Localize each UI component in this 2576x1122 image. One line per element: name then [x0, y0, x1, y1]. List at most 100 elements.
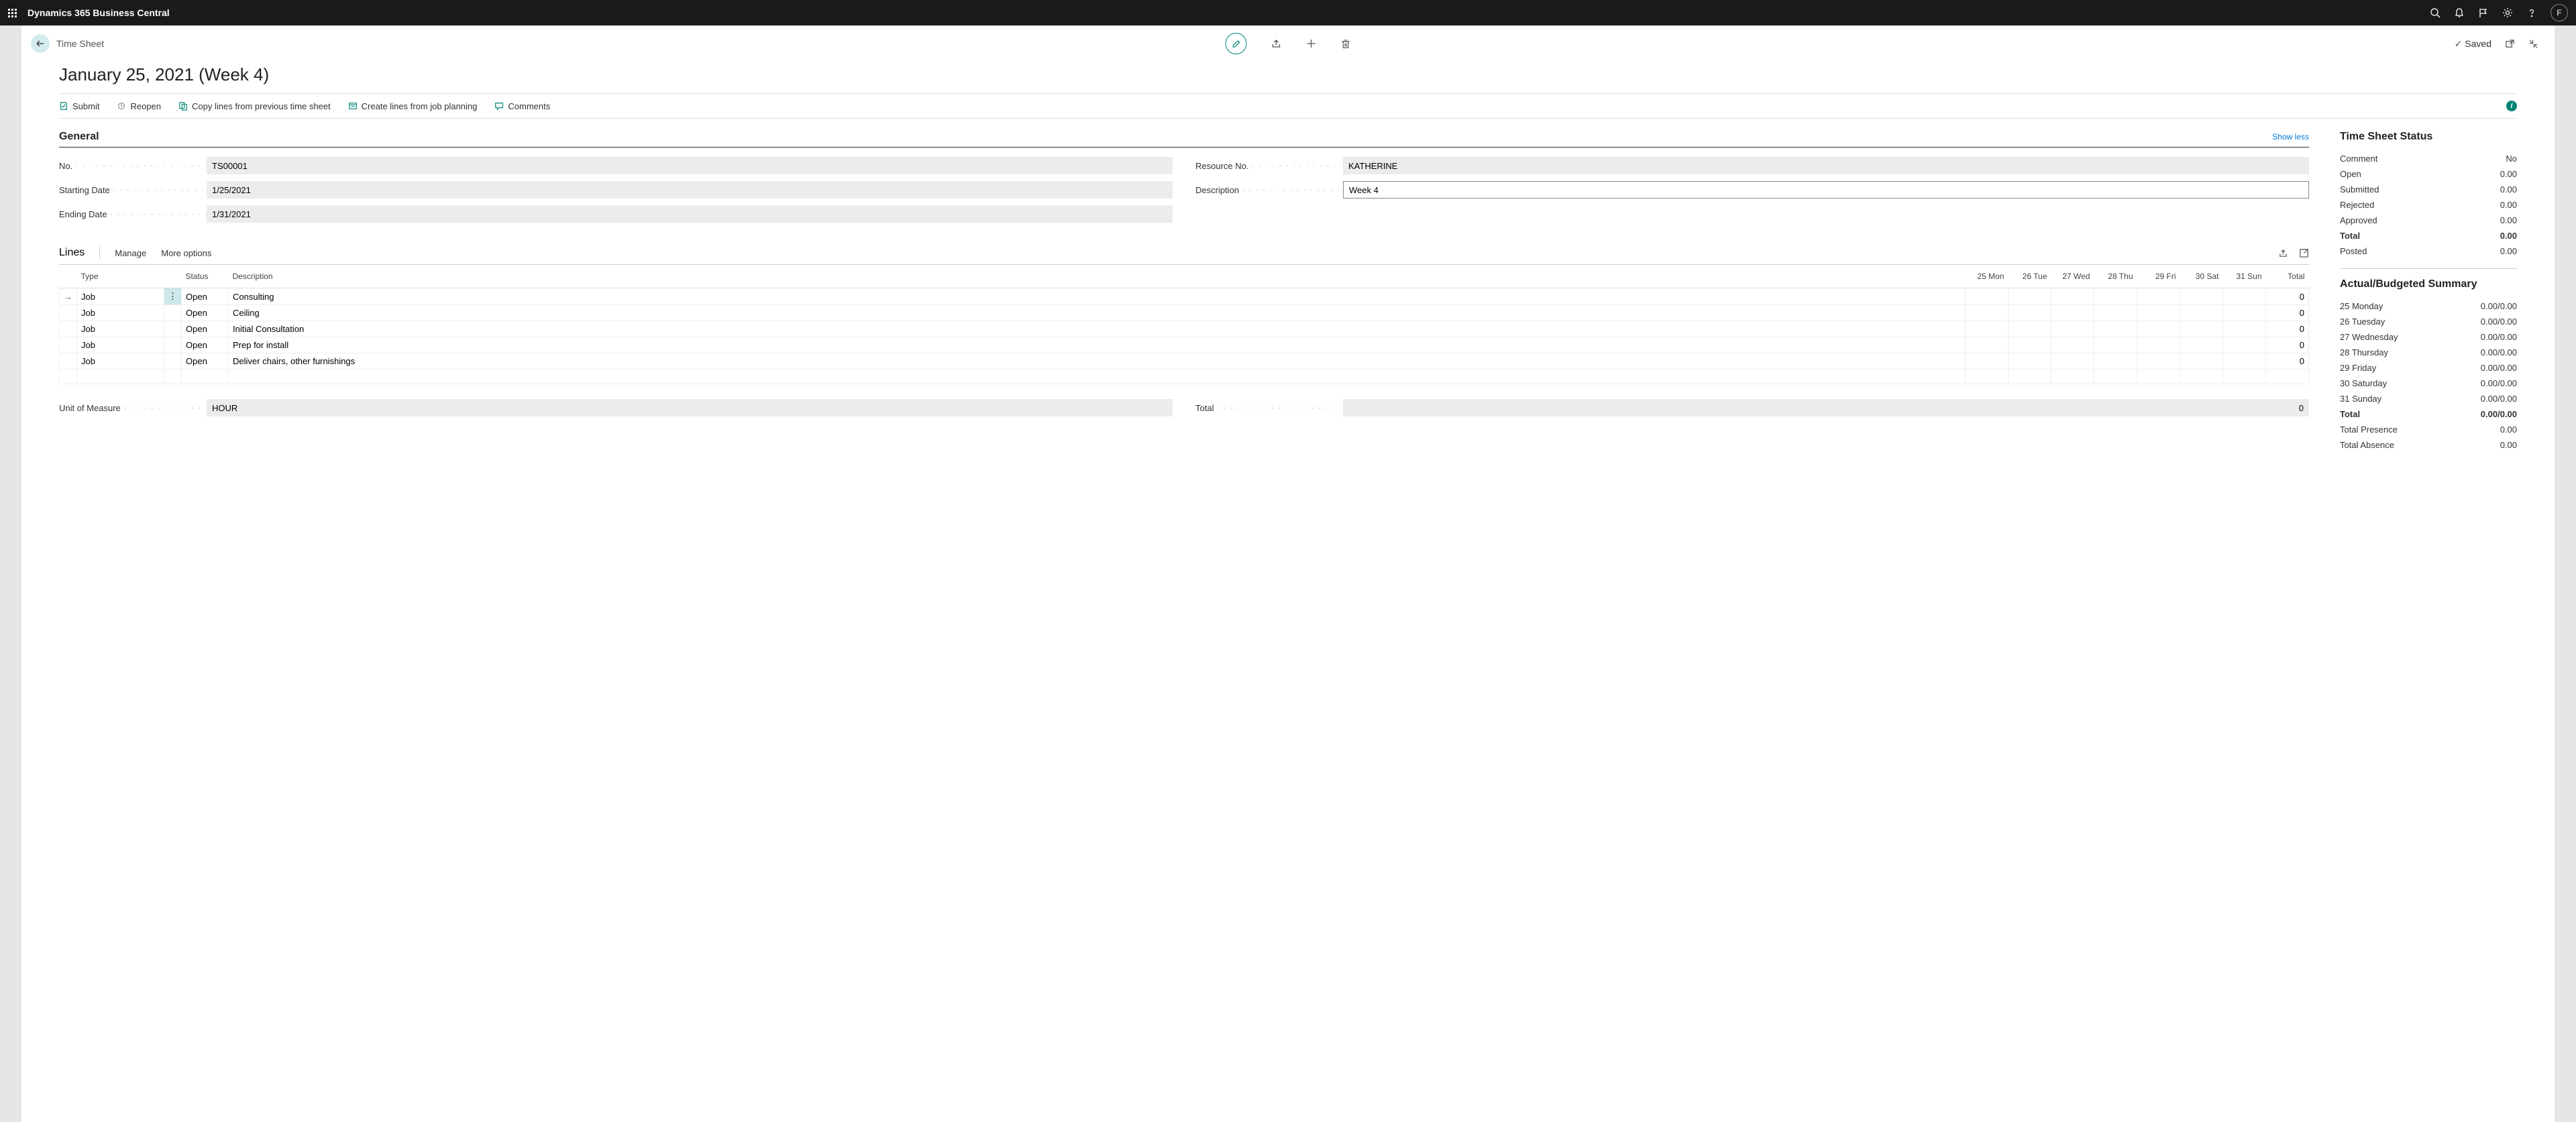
collapse-icon[interactable] [2528, 39, 2538, 49]
status-row: Posted0.00 [2340, 243, 2517, 259]
reopen-icon [117, 101, 126, 111]
total-field [1343, 399, 2309, 416]
col-description[interactable]: Description [229, 265, 1966, 288]
description-field[interactable] [1343, 181, 2309, 199]
col-total[interactable]: Total [2266, 265, 2309, 288]
show-less-link[interactable]: Show less [2272, 132, 2309, 142]
starting-date-field [207, 181, 1173, 199]
starting-date-label: Starting Date [59, 185, 207, 195]
action-bar: Submit Reopen Copy lines from previous t… [59, 93, 2517, 119]
table-row[interactable]: →Job⋮OpenConsulting0 [60, 288, 2309, 305]
row-menu-icon[interactable] [164, 305, 182, 321]
create-label: Create lines from job planning [362, 101, 478, 111]
lines-table: Type Status Description 25 Mon 26 Tue 27… [59, 265, 2309, 384]
brand-label: Dynamics 365 Business Central [28, 7, 170, 18]
breadcrumb: Time Sheet [56, 38, 104, 49]
row-menu-icon[interactable] [164, 337, 182, 353]
comments-icon [494, 101, 504, 111]
more-options-action[interactable]: More options [161, 248, 211, 258]
col-type[interactable]: Type [77, 265, 164, 288]
col-d7[interactable]: 31 Sun [2223, 265, 2266, 288]
ending-date-label: Ending Date [59, 209, 207, 219]
info-badge-icon[interactable]: i [2506, 101, 2517, 111]
flag-icon[interactable] [2478, 7, 2489, 18]
status-row: CommentNo [2340, 151, 2517, 166]
gear-icon[interactable] [2502, 7, 2513, 18]
share-icon[interactable] [1271, 38, 1282, 49]
bell-icon[interactable] [2454, 7, 2465, 18]
lines-expand-icon[interactable] [2299, 248, 2309, 258]
summary-box-title: Actual/Budgeted Summary [2340, 278, 2517, 290]
page-title: January 25, 2021 (Week 4) [21, 62, 2555, 93]
status-row: Approved0.00 [2340, 213, 2517, 228]
col-d3[interactable]: 27 Wed [2051, 265, 2094, 288]
lines-share-icon[interactable] [2278, 248, 2288, 258]
table-row[interactable]: JobOpenCeiling0 [60, 305, 2309, 321]
no-label: No. [59, 161, 207, 171]
comments-action[interactable]: Comments [494, 101, 550, 111]
description-label: Description [1195, 185, 1343, 195]
col-d1[interactable]: 25 Mon [1966, 265, 2008, 288]
summary-row: 28 Thursday0.00/0.00 [2340, 345, 2517, 360]
col-d2[interactable]: 26 Tue [2008, 265, 2051, 288]
table-row[interactable]: JobOpenPrep for install0 [60, 337, 2309, 353]
edit-button[interactable] [1226, 33, 1247, 54]
col-status[interactable]: Status [182, 265, 229, 288]
status-box-title: Time Sheet Status [2340, 131, 2517, 143]
delete-icon[interactable] [1341, 39, 1351, 49]
no-field [207, 157, 1173, 174]
resource-label: Resource No. [1195, 161, 1343, 171]
reopen-label: Reopen [130, 101, 161, 111]
global-header: Dynamics 365 Business Central F [0, 0, 2576, 25]
uom-label: Unit of Measure [59, 403, 207, 413]
create-lines-action[interactable]: Create lines from job planning [348, 101, 478, 111]
status-row: Submitted0.00 [2340, 182, 2517, 197]
summary-row: 29 Friday0.00/0.00 [2340, 360, 2517, 376]
ending-date-field [207, 205, 1173, 223]
manage-action[interactable]: Manage [115, 248, 146, 258]
lines-heading: Lines [59, 247, 100, 259]
summary-row: 26 Tuesday0.00/0.00 [2340, 314, 2517, 329]
copy-label: Copy lines from previous time sheet [192, 101, 331, 111]
row-menu-icon[interactable] [164, 353, 182, 370]
summary-row: 25 Monday0.00/0.00 [2340, 298, 2517, 314]
summary-row: Total Absence0.00 [2340, 437, 2517, 453]
status-row: Total0.00 [2340, 228, 2517, 243]
summary-row: Total Presence0.00 [2340, 422, 2517, 437]
help-icon[interactable] [2526, 7, 2537, 18]
uom-field [207, 399, 1173, 416]
summary-row: Total0.00/0.00 [2340, 406, 2517, 422]
status-row: Open0.00 [2340, 166, 2517, 182]
general-heading: General [59, 131, 99, 143]
popout-icon[interactable] [2505, 39, 2515, 49]
create-icon [348, 101, 358, 111]
table-row[interactable]: JobOpenDeliver chairs, other furnishings… [60, 353, 2309, 370]
table-row[interactable]: JobOpenInitial Consultation0 [60, 321, 2309, 337]
submit-icon [59, 101, 68, 111]
user-avatar[interactable]: F [2551, 4, 2568, 21]
copy-lines-action[interactable]: Copy lines from previous time sheet [178, 101, 331, 111]
copy-icon [178, 101, 188, 111]
summary-row: 27 Wednesday0.00/0.00 [2340, 329, 2517, 345]
app-launcher-icon[interactable] [8, 9, 17, 17]
row-menu-icon[interactable] [164, 321, 182, 337]
saved-indicator: Saved [2455, 38, 2491, 50]
search-icon[interactable] [2430, 7, 2440, 18]
summary-row: 30 Saturday0.00/0.00 [2340, 376, 2517, 391]
col-d4[interactable]: 28 Thu [2094, 265, 2137, 288]
back-button[interactable] [31, 34, 50, 53]
submit-action[interactable]: Submit [59, 101, 99, 111]
col-d5[interactable]: 29 Fri [2137, 265, 2180, 288]
status-row: Rejected0.00 [2340, 197, 2517, 213]
col-d6[interactable]: 30 Sat [2180, 265, 2223, 288]
page-card: Time Sheet Saved January 25, 2021 (Week … [21, 25, 2555, 1122]
total-label: Total [1195, 403, 1343, 413]
general-header: General Show less [59, 131, 2309, 148]
comments-label: Comments [508, 101, 550, 111]
submit-label: Submit [72, 101, 99, 111]
resource-field [1343, 157, 2309, 174]
summary-row: 31 Sunday0.00/0.00 [2340, 391, 2517, 406]
row-menu-icon[interactable]: ⋮ [164, 288, 182, 305]
reopen-action[interactable]: Reopen [117, 101, 161, 111]
new-icon[interactable] [1306, 38, 1317, 49]
